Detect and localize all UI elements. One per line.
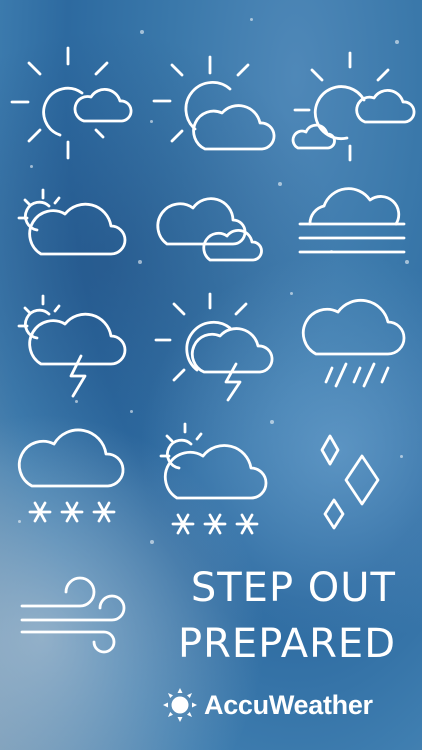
fog-icon (298, 187, 406, 254)
thunderstorm-icon (17, 294, 127, 398)
snow-icon (17, 428, 125, 523)
brand-lockup: AccuWeather (162, 685, 373, 725)
sunny-with-clouds-icon (291, 51, 416, 162)
partly-sunny-icon (10, 46, 133, 160)
rain-icon (301, 298, 406, 388)
partly-cloudy-icon (17, 188, 127, 256)
wind-icon (20, 576, 126, 654)
tagline-line-2: PREPARED (178, 621, 396, 667)
sun-snow-icon (159, 422, 268, 535)
sun-logo-icon (163, 688, 197, 722)
cloudy-icon (156, 197, 263, 262)
brand-name: AccuWeather (204, 689, 373, 720)
ice-icon (320, 434, 380, 530)
mostly-sunny-icon (152, 55, 276, 151)
tagline-line-1: STEP OUT (190, 565, 396, 611)
sun-thunderstorm-icon (154, 292, 274, 402)
